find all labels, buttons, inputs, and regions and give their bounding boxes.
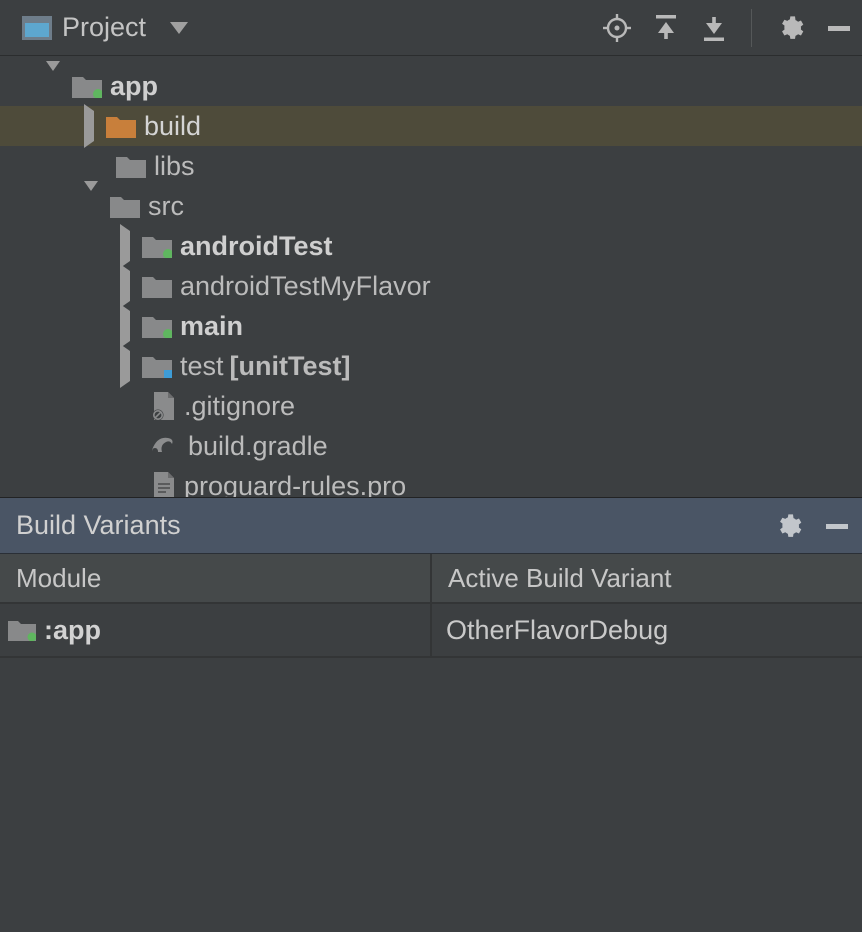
project-panel-title: Project: [62, 12, 146, 43]
tree-label: src: [148, 191, 184, 222]
table-header: Module Active Build Variant: [0, 554, 862, 604]
chevron-right-icon[interactable]: [120, 271, 130, 302]
module-name: :app: [44, 615, 101, 646]
source-folder-icon: [142, 314, 172, 338]
toolbar-separator: [751, 9, 752, 47]
tree-label: build: [144, 111, 201, 142]
tree-label: libs: [154, 151, 195, 182]
table-row[interactable]: :app OtherFlavorDebug: [0, 604, 862, 658]
gear-icon[interactable]: [774, 512, 802, 540]
tree-label: androidTestMyFlavor: [180, 271, 431, 302]
build-variants-title: Build Variants: [16, 510, 181, 541]
chevron-right-icon[interactable]: [120, 351, 130, 382]
tree-item-test[interactable]: test [unitTest]: [0, 346, 862, 386]
tree-label: proguard-rules.pro: [184, 471, 406, 499]
tree-label-suffix: [unitTest]: [230, 351, 351, 382]
build-variants-empty-area: [0, 658, 862, 932]
folder-icon: [110, 194, 140, 218]
chevron-down-icon[interactable]: [84, 191, 98, 222]
tree-item-androidtestmyflavor[interactable]: androidTestMyFlavor: [0, 266, 862, 306]
tree-item-libs[interactable]: libs: [0, 146, 862, 186]
active-variant-value: OtherFlavorDebug: [446, 615, 668, 646]
text-file-icon: [152, 472, 176, 498]
expand-all-icon[interactable]: [653, 15, 679, 41]
chevron-right-icon[interactable]: [120, 231, 130, 262]
project-view-dropdown[interactable]: [170, 22, 188, 34]
minimize-icon[interactable]: [824, 513, 850, 539]
module-folder-icon: [72, 74, 102, 98]
col-header-variant[interactable]: Active Build Variant: [432, 554, 862, 604]
tree-item-buildgradle[interactable]: build.gradle: [0, 426, 862, 466]
tree-label: test: [180, 351, 224, 382]
folder-icon: [116, 154, 146, 178]
unit-test-folder-icon: [142, 354, 172, 378]
gradle-file-icon: [148, 434, 180, 458]
tree-item-androidtest[interactable]: androidTest: [0, 226, 862, 266]
locate-target-icon[interactable]: [603, 14, 631, 42]
tree-label: build.gradle: [188, 431, 328, 462]
cell-module[interactable]: :app: [0, 604, 432, 658]
minimize-icon[interactable]: [826, 15, 852, 41]
tree-item-gitignore[interactable]: .gitignore: [0, 386, 862, 426]
gitignore-file-icon: [152, 392, 176, 420]
tree-item-main[interactable]: main: [0, 306, 862, 346]
folder-icon: [142, 274, 172, 298]
collapse-all-icon[interactable]: [701, 15, 727, 41]
tree-item-src[interactable]: src: [0, 186, 862, 226]
test-folder-icon: [142, 234, 172, 258]
chevron-right-icon[interactable]: [120, 311, 130, 342]
tree-row-cut: [0, 56, 862, 66]
project-toolbar: Project: [0, 0, 862, 56]
cell-variant[interactable]: OtherFlavorDebug: [432, 604, 862, 658]
tree-label: androidTest: [180, 231, 333, 262]
build-variants-header: Build Variants: [0, 498, 862, 554]
module-folder-icon: [8, 619, 36, 641]
tree-item-proguard[interactable]: proguard-rules.pro: [0, 466, 862, 498]
build-folder-icon: [106, 114, 136, 138]
tree-item-app[interactable]: app: [0, 66, 862, 106]
tree-label: main: [180, 311, 243, 342]
project-window-icon: [22, 16, 52, 40]
chevron-down-icon[interactable]: [46, 71, 60, 102]
project-tree[interactable]: app build libs src androidTest: [0, 56, 862, 498]
gear-icon[interactable]: [776, 14, 804, 42]
chevron-right-icon[interactable]: [84, 111, 94, 142]
tree-label: .gitignore: [184, 391, 295, 422]
tree-item-build[interactable]: build: [0, 106, 862, 146]
build-variants-table: Module Active Build Variant :app OtherFl…: [0, 554, 862, 658]
tree-label: app: [110, 71, 158, 102]
col-header-module[interactable]: Module: [0, 554, 432, 604]
